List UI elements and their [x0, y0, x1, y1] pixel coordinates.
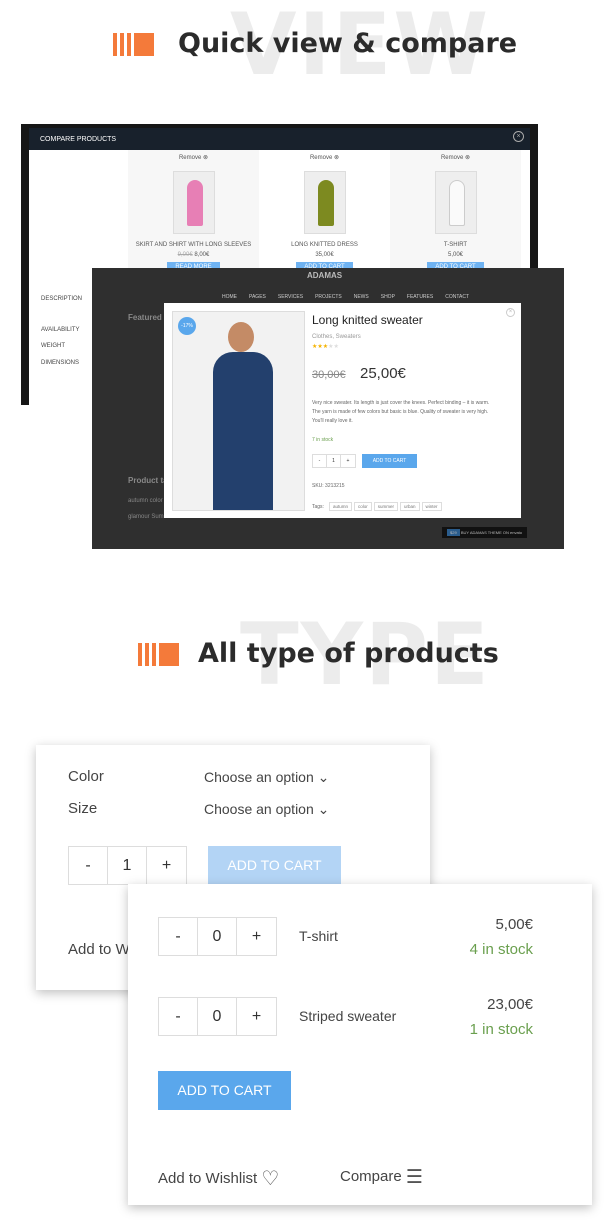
logo: ADAMAS — [307, 271, 343, 280]
price: 8,00€ — [194, 252, 210, 258]
quantity-stepper[interactable]: -1 + — [312, 454, 356, 468]
nav-shop[interactable]: SHOP — [381, 294, 395, 300]
star-rating: ★★★★★ — [312, 344, 339, 350]
label-weight: WEIGHT — [41, 343, 65, 349]
tag[interactable]: urban — [400, 502, 420, 511]
label-availability: AVAILABILITY — [41, 327, 80, 333]
old-price: 30,00€ — [312, 369, 346, 381]
nav-pages[interactable]: PAGES — [249, 294, 266, 300]
tag[interactable]: summer — [373, 502, 398, 511]
product-name: SKIRT AND SHIRT WITH LONG SLEEVES — [135, 242, 252, 248]
product-image — [434, 171, 477, 234]
bars-icon — [138, 643, 179, 666]
sku: SKU: 3213215 — [312, 483, 345, 489]
plus-button[interactable]: + — [147, 847, 186, 884]
remove-button[interactable]: Remove ⊗ — [128, 154, 259, 161]
quantity-value[interactable]: 1 — [108, 847, 147, 884]
add-to-cart-button[interactable]: ADD TO CART — [208, 846, 341, 885]
add-to-wishlist-link[interactable]: Add to Wishlist ♡ — [158, 1166, 279, 1191]
quantity-stepper[interactable]: -1 + — [68, 846, 187, 885]
label-dimensions: DIMENSIONS — [41, 360, 80, 366]
compare-column: Remove ⊗ SKIRT AND SHIRT WITH LONG SLEEV… — [128, 150, 259, 280]
product-description: Very nice sweater. Its length is just co… — [312, 400, 490, 424]
buy-banner[interactable]: $29 BUY ADAMAS THEME ON envato — [442, 527, 528, 538]
nav-contact[interactable]: CONTACT — [445, 294, 469, 300]
quick-view-modal: -17% × Long knitted sweater Clothes, Swe… — [164, 303, 521, 518]
label-description: DESCRIPTION — [41, 296, 83, 302]
tag[interactable]: autumn — [328, 502, 352, 511]
grouped-product-card: -0 + T-shirt 5,00€ 4 in stock -0 + Striped… — [128, 884, 592, 1205]
product-image — [303, 171, 346, 234]
item-name[interactable]: T-shirt — [299, 928, 338, 944]
featured-heading: Featured — [128, 313, 162, 322]
product-name: T-SHIRT — [443, 242, 468, 248]
product-image — [172, 171, 215, 234]
price: 25,00€ — [360, 365, 406, 382]
compare-column: Remove ⊗ LONG KNITTED DRESS 35,00€ ADD T… — [259, 150, 390, 280]
color-label: Color — [68, 768, 104, 785]
stock-status: 7 in stock — [312, 437, 334, 443]
section-title: Quick view & compare — [178, 28, 518, 59]
add-to-cart-button[interactable]: ADD TO CART — [158, 1071, 291, 1110]
quantity-stepper[interactable]: -0 + — [158, 997, 277, 1036]
add-to-wishlist-link[interactable]: Add to W — [68, 941, 130, 958]
tag-cloud: autumn color — [128, 498, 163, 504]
minus-button[interactable]: - — [159, 918, 198, 955]
nav-projects[interactable]: PROJECTS — [315, 294, 342, 300]
heart-icon: ♡ — [261, 1168, 280, 1190]
section-title: All type of products — [198, 638, 499, 669]
plus-button[interactable]: + — [237, 998, 276, 1035]
remove-button[interactable]: Remove ⊗ — [390, 154, 521, 161]
bars-icon — [113, 33, 154, 56]
product-categories[interactable]: Clothes, Sweaters — [312, 334, 361, 340]
item-price: 5,00€ — [495, 916, 533, 933]
color-select[interactable]: Choose an option ⌄ — [204, 769, 329, 786]
plus-button[interactable]: + — [237, 918, 276, 955]
main-nav: HOME PAGES SERVICES PROJECTS NEWS SHOP FEATURE… — [222, 294, 469, 300]
product-name: LONG KNITTED DRESS — [291, 242, 358, 248]
old-price: 9,00€ — [177, 252, 193, 258]
compare-column: Remove ⊗ T-SHIRT 5,00€ ADD TO CART — [390, 150, 521, 280]
item-price: 23,00€ — [487, 996, 533, 1013]
tag[interactable]: color — [353, 502, 372, 511]
item-name[interactable]: Striped sweater — [299, 1008, 396, 1024]
add-to-cart-button[interactable]: ADD TO CART — [362, 454, 417, 468]
close-icon[interactable]: × — [513, 131, 524, 142]
minus-button[interactable]: - — [159, 998, 198, 1035]
price: 5,00€ — [447, 252, 463, 258]
size-select[interactable]: Choose an option ⌄ — [204, 801, 329, 818]
quantity-value[interactable]: 0 — [198, 998, 237, 1035]
compare-link[interactable]: Compare ☰ — [340, 1166, 423, 1189]
remove-button[interactable]: Remove ⊗ — [259, 154, 390, 161]
quantity-value[interactable]: 0 — [198, 918, 237, 955]
compare-header: COMPARE PRODUCTS × — [29, 128, 530, 150]
price: 35,00€ — [315, 252, 334, 258]
compare-title: COMPARE PRODUCTS — [40, 136, 117, 143]
tags: Tags: autumn color summer urban winter — [312, 502, 444, 511]
nav-news[interactable]: NEWS — [354, 294, 369, 300]
item-stock: 4 in stock — [469, 941, 533, 958]
nav-features[interactable]: FEATURES — [407, 294, 433, 300]
tag[interactable]: winter — [421, 502, 442, 511]
size-label: Size — [68, 800, 98, 817]
list-icon: ☰ — [405, 1167, 423, 1188]
product-title: Long knitted sweater — [312, 313, 423, 327]
nav-services[interactable]: SERVICES — [278, 294, 303, 300]
quantity-stepper[interactable]: -0 + — [158, 917, 277, 956]
close-icon[interactable]: × — [506, 308, 515, 317]
sale-badge: -17% — [178, 317, 196, 335]
product-image: -17% — [172, 311, 305, 511]
quick-view-window: ADAMAS HOME PAGES SERVICES PROJECTS NEWS SHOP… — [92, 268, 564, 549]
minus-button[interactable]: - — [69, 847, 108, 884]
nav-home[interactable]: HOME — [222, 294, 237, 300]
item-stock: 1 in stock — [469, 1021, 533, 1038]
product-tags-heading: Product ta — [128, 476, 168, 485]
